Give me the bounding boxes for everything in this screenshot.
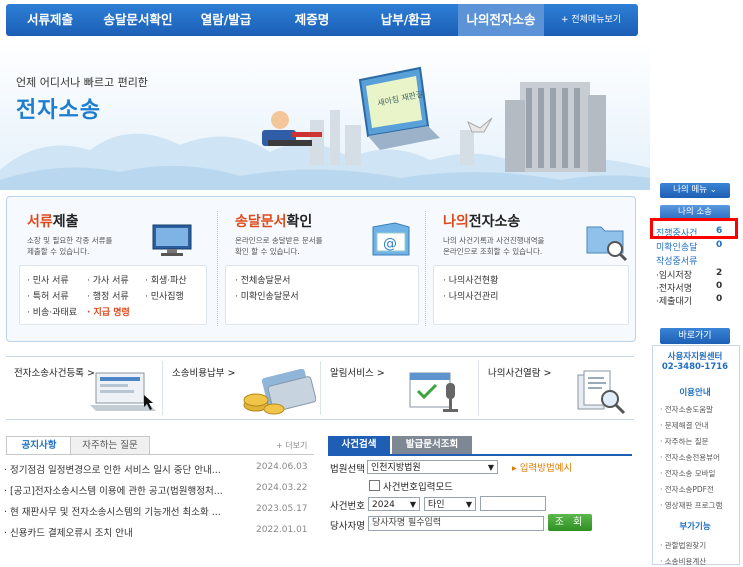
- quick-notification[interactable]: 알림서비스 >: [322, 357, 478, 419]
- link-troubleshoot[interactable]: · 문제해결 안내: [660, 420, 709, 431]
- sidebar-item-temp-saved[interactable]: ·임시저장 2: [656, 268, 736, 281]
- search-button[interactable]: 조 회: [548, 514, 592, 531]
- nav-certificates[interactable]: 제증명: [270, 4, 354, 36]
- service-delivery-desc: 온라인으로 송달받은 문서를 확인 할 수 있습니다.: [235, 236, 323, 256]
- nav-document-submit[interactable]: 서류제출: [6, 4, 94, 36]
- link-civil-docs[interactable]: · 민사 서류: [27, 273, 69, 286]
- mail-folder-icon: @: [372, 222, 410, 256]
- support-phone: 02-3480-1716: [661, 362, 729, 372]
- link-find-court[interactable]: · 관할법원찾기: [660, 540, 706, 551]
- service-delivery-title[interactable]: 송달문서확인: [235, 211, 312, 231]
- link-payment-order[interactable]: · 지급 명령: [87, 305, 130, 318]
- tab-case-search[interactable]: 사건검색: [328, 436, 390, 454]
- service-submit-desc: 소장 및 필요한 각종 서류를 제출할 수 있습니다.: [27, 236, 113, 256]
- link-cost-calc[interactable]: · 소송비용계산: [660, 556, 706, 567]
- sidebar-item-submit-waiting[interactable]: ·제출대기 0: [656, 294, 736, 307]
- more-link[interactable]: + 더보기: [276, 440, 307, 451]
- laptop-screen-icon: [90, 372, 156, 411]
- link-mobile[interactable]: · 전자소송 모바일: [660, 468, 715, 479]
- document-search-icon: [577, 370, 626, 415]
- court-building-icon: [505, 82, 606, 172]
- my-menu-button[interactable]: 나의 메뉴 ⌄: [660, 183, 730, 198]
- folder-search-icon: [586, 226, 628, 261]
- link-video-trial[interactable]: · 영상재판 프로그램: [660, 500, 722, 511]
- link-my-case-manage[interactable]: · 나의사건관리: [443, 289, 498, 302]
- link-rehab-bankruptcy[interactable]: · 회생·파산: [145, 273, 187, 286]
- service-panel: 서류제출 소장 및 필요한 각종 서류를 제출할 수 있습니다. · 민사 서류 …: [6, 196, 636, 342]
- notice-tabs: 공지사항 자주하는 질문: [6, 436, 314, 455]
- party-name-input[interactable]: 당사자명 필수입력: [368, 516, 544, 531]
- link-admin-docs[interactable]: · 행정 서류: [87, 289, 129, 302]
- support-center-label[interactable]: 사용자지원센터: [652, 350, 738, 362]
- monitor-icon: [152, 224, 192, 256]
- tab-notice[interactable]: 공지사항: [6, 436, 72, 454]
- shortcut-header: 바로가기: [660, 328, 730, 344]
- nav-my-lawsuit[interactable]: 나의전자소송: [458, 4, 544, 36]
- case-type-select[interactable]: 타인 ▼: [424, 497, 476, 511]
- link-family-docs[interactable]: · 가사 서류: [87, 273, 129, 286]
- link-unconfirmed-delivered[interactable]: · 미확인송달문서: [235, 289, 299, 302]
- link-faq[interactable]: · 자주하는 질문: [660, 436, 709, 447]
- chevron-down-icon: ▼: [465, 500, 472, 509]
- card-coins-icon: [243, 369, 316, 415]
- nav-payment-refund[interactable]: 납부/환급: [354, 4, 458, 36]
- tab-faq[interactable]: 자주하는 질문: [70, 436, 150, 454]
- nav-delivery-check[interactable]: 송달문서확인: [94, 4, 182, 36]
- hero-title: 전자소송: [16, 98, 101, 123]
- service-submit-title[interactable]: 서류제출: [27, 211, 79, 231]
- extra-features-header: 부가기능: [679, 522, 711, 532]
- calendar-mic-icon: [409, 372, 458, 412]
- input-method-example-link[interactable]: ▸ 입력방법예시: [512, 460, 572, 474]
- year-select[interactable]: 2024 ▼: [368, 497, 420, 511]
- caseno-mode-label: 사건번호입력모드: [383, 482, 453, 493]
- link-civil-execution[interactable]: · 민사집행: [145, 289, 184, 302]
- chevron-down-icon: ▼: [409, 500, 416, 509]
- nav-view-issue[interactable]: 열람/발급: [182, 4, 270, 36]
- link-my-case-status[interactable]: · 나의사건현황: [443, 273, 498, 286]
- nav-all-menu[interactable]: + 전체메뉴보기: [544, 4, 638, 36]
- highlight-box: [650, 218, 738, 239]
- link-noncontentious[interactable]: · 비송·과태료: [27, 305, 77, 318]
- link-help[interactable]: · 전자소송도움말: [660, 404, 713, 415]
- service-submit: 서류제출 소장 및 필요한 각종 서류를 제출할 수 있습니다. · 민사 서류 …: [7, 197, 215, 341]
- service-divider: [217, 211, 218, 326]
- service-mycase-title[interactable]: 나의전자소송: [443, 211, 520, 231]
- service-mycase: 나의전자소송 나의 사건기록과 사건진행내역을 온라인으로 조회할 수 있습니다.…: [427, 197, 633, 341]
- sidebar-item-e-signature[interactable]: ·전자서명 0: [656, 281, 736, 294]
- top-navigation: 서류제출 송달문서확인 열람/발급 제증명 납부/환급 나의전자소송 + 전체메…: [6, 4, 638, 36]
- tab-issued-docs[interactable]: 발급문서조회: [392, 436, 472, 454]
- case-search-tabs: 사건검색 발급문서조회: [328, 436, 632, 456]
- usage-guide-header: 이용안내: [679, 388, 711, 398]
- service-mycase-desc: 나의 사건기록과 사건진행내역을 온라인으로 조회할 수 있습니다.: [443, 236, 545, 256]
- svg-text:@: @: [383, 236, 397, 252]
- caseno-label: 사건번호: [330, 501, 365, 512]
- party-label: 당사자명: [330, 521, 365, 532]
- hero-tagline: 언제 어디서나 빠르고 편리한: [16, 76, 148, 89]
- court-select[interactable]: 인천지방법원 ▼: [367, 460, 498, 474]
- quick-cost-payment[interactable]: 소송비용납부 >: [164, 357, 320, 419]
- court-label: 법원선택: [330, 464, 365, 475]
- quick-menu: 전자소송사건등록 > 소송비용납부 > 알림서비스 > 나의사건열람 >: [6, 356, 634, 420]
- link-all-delivered[interactable]: · 전체송달문서: [235, 273, 290, 286]
- sidebar-item-drafting[interactable]: 작성중서류: [656, 254, 736, 267]
- service-divider: [425, 211, 426, 326]
- link-pdf[interactable]: · 전자소송PDF전: [660, 484, 714, 495]
- chevron-down-icon: ▼: [487, 463, 494, 472]
- link-patent-docs[interactable]: · 특허 서류: [27, 289, 69, 302]
- sidebar-item-unconfirmed[interactable]: 미확인송달 0: [656, 240, 736, 253]
- quick-case-view[interactable]: 나의사건열람 >: [480, 357, 634, 419]
- link-viewer[interactable]: · 전자소송전용뷰어: [660, 452, 720, 463]
- case-number-input[interactable]: [480, 496, 546, 511]
- quick-case-register[interactable]: 전자소송사건등록 >: [6, 357, 162, 419]
- caseno-mode-checkbox[interactable]: [369, 480, 380, 491]
- service-delivery: 송달문서확인 온라인으로 송달받은 문서를 확인 할 수 있습니다. @ · 전체…: [219, 197, 423, 341]
